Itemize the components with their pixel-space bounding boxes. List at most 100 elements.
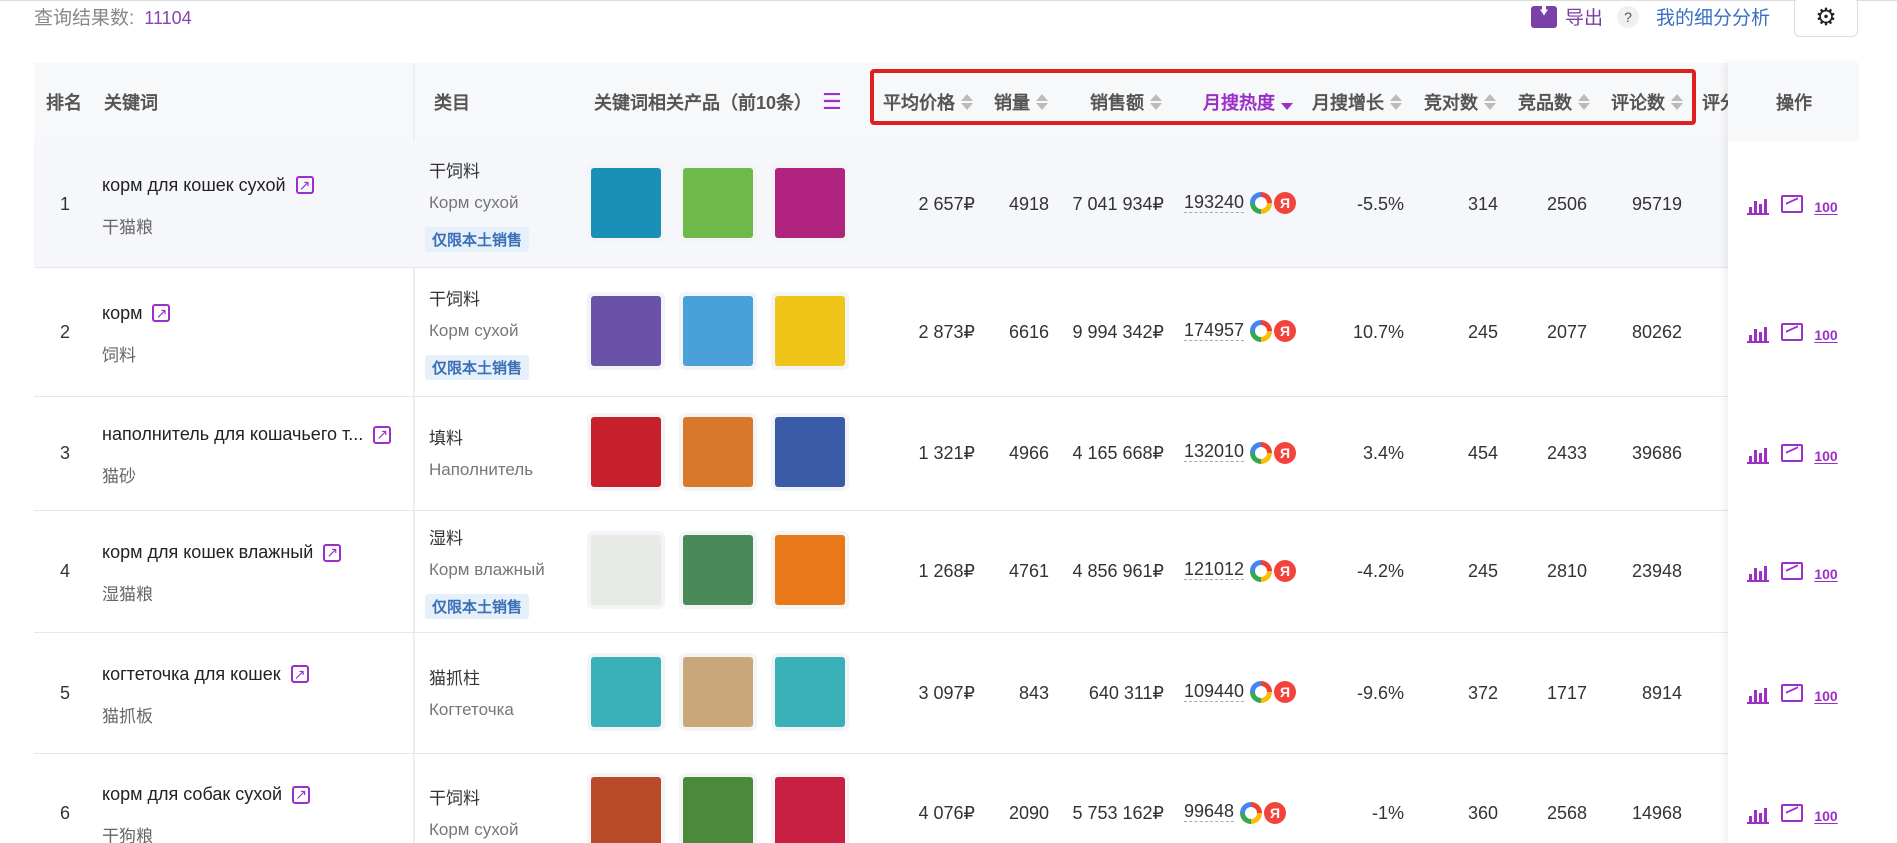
trend-image-icon[interactable]	[1781, 683, 1803, 702]
product-thumbnail[interactable]	[771, 291, 849, 370]
reviews: 23948	[1631, 561, 1682, 581]
keyword-link[interactable]: корм для кошек влажный ↗	[102, 542, 342, 563]
product-thumbnail[interactable]	[771, 531, 849, 609]
keyword-link[interactable]: когтеточка для кошек ↗	[102, 664, 309, 685]
top-100-icon[interactable]: 100	[1814, 323, 1837, 343]
external-link-icon[interactable]: ↗	[295, 176, 314, 194]
google-icon[interactable]	[1250, 320, 1273, 343]
category-ru: Когтеточка	[429, 699, 514, 719]
product-thumbnail[interactable]	[587, 531, 665, 609]
top-100-icon[interactable]: 100	[1814, 684, 1837, 704]
yandex-icon[interactable]: Я	[1274, 192, 1297, 215]
export-button[interactable]: 导出 ?	[1531, 3, 1640, 30]
product-thumbnail[interactable]	[679, 652, 757, 731]
trend-image-icon[interactable]	[1781, 194, 1803, 213]
keyword-table: 排名 关键词 类目 关键词相关产品（前10条） ☰ 平均价格 销量 销售额 月搜热…	[34, 63, 1859, 843]
keyword-link[interactable]: наполнитель для кошачьего т... ↗	[102, 424, 392, 445]
column-settings-icon[interactable]: ☰	[822, 89, 842, 115]
external-link-icon[interactable]: ↗	[290, 665, 309, 683]
competitors: 454	[1467, 443, 1498, 463]
yandex-icon[interactable]: Я	[1274, 320, 1297, 343]
keyword-translation: 猫抓板	[102, 706, 153, 726]
bar-chart-icon[interactable]	[1747, 562, 1769, 582]
top-100-icon[interactable]: 100	[1814, 444, 1837, 464]
revenue: 7 041 934₽	[1072, 193, 1164, 214]
header-products-label: 关键词相关产品（前10条）	[594, 93, 813, 113]
external-link-icon[interactable]: ↗	[152, 304, 171, 322]
sales: 2090	[1008, 803, 1049, 823]
actions-column: 操作 100 100 100 100 100 100	[1728, 63, 1859, 843]
trend-image-icon[interactable]	[1781, 804, 1803, 822]
local-sale-badge: 仅限本土销售	[425, 594, 530, 619]
product-thumbnail[interactable]	[771, 773, 849, 843]
table-row: 6 корм для собак сухой ↗ 干狗粮 干饲料 Корм сухой 4 …	[34, 754, 1859, 843]
product-thumbnail[interactable]	[587, 163, 665, 242]
help-icon[interactable]: ?	[1617, 5, 1640, 28]
keyword-link[interactable]: корм ↗	[102, 303, 171, 324]
google-icon[interactable]	[1250, 192, 1273, 215]
category-cn: 干饲料	[429, 789, 480, 808]
product-thumbnail[interactable]	[587, 291, 665, 370]
yandex-icon[interactable]: Я	[1274, 681, 1297, 704]
row-actions: 100	[1747, 562, 1838, 582]
revenue: 9 994 342₽	[1072, 321, 1164, 342]
competitors: 245	[1467, 561, 1498, 581]
settings-button[interactable]: ⚙	[1794, 0, 1858, 37]
row-actions: 100	[1747, 804, 1838, 824]
product-thumbnail[interactable]	[679, 773, 757, 843]
competitors: 245	[1467, 321, 1498, 342]
google-icon[interactable]	[1240, 801, 1263, 824]
keyword-link[interactable]: корм для кошек сухой ↗	[102, 175, 314, 196]
bar-chart-icon[interactable]	[1747, 323, 1769, 343]
bar-chart-icon[interactable]	[1747, 804, 1769, 824]
monthly-search-value[interactable]: 132010	[1184, 441, 1245, 462]
product-thumbnail[interactable]	[679, 291, 757, 370]
monthly-search-value[interactable]: 109440	[1184, 680, 1245, 702]
product-thumbnail[interactable]	[679, 413, 757, 491]
bar-chart-icon[interactable]	[1747, 195, 1769, 215]
yandex-icon[interactable]: Я	[1274, 441, 1297, 464]
google-icon[interactable]	[1250, 681, 1273, 704]
yandex-icon[interactable]: Я	[1264, 801, 1287, 824]
external-link-icon[interactable]: ↗	[292, 785, 311, 804]
avg-price: 2 657₽	[918, 193, 976, 214]
keyword-link[interactable]: корм для собак сухой ↗	[102, 784, 311, 805]
google-icon[interactable]	[1250, 441, 1273, 464]
monthly-growth: 3.4%	[1362, 443, 1404, 463]
header-keyword: 关键词	[104, 93, 158, 113]
gear-icon: ⚙	[1815, 3, 1837, 31]
monthly-growth: -1%	[1371, 803, 1404, 823]
trend-image-icon[interactable]	[1781, 444, 1803, 462]
product-thumbnail[interactable]	[771, 652, 849, 731]
product-thumbnail[interactable]	[587, 773, 665, 843]
top-100-icon[interactable]: 100	[1814, 195, 1837, 215]
bar-chart-icon[interactable]	[1747, 684, 1769, 704]
revenue: 4 856 961₽	[1072, 561, 1164, 581]
product-thumbnail[interactable]	[771, 163, 849, 242]
reviews: 39686	[1631, 443, 1682, 463]
product-thumbnail[interactable]	[679, 163, 757, 242]
top-100-icon[interactable]: 100	[1814, 804, 1837, 824]
my-analysis-link[interactable]: 我的细分分析	[1656, 3, 1770, 30]
bar-chart-icon[interactable]	[1747, 444, 1769, 464]
actions-header: 操作	[1728, 63, 1859, 141]
product-thumbnail[interactable]	[587, 652, 665, 731]
external-link-icon[interactable]: ↗	[323, 543, 342, 562]
monthly-search-value[interactable]: 193240	[1184, 191, 1245, 213]
yandex-icon[interactable]: Я	[1274, 559, 1297, 582]
reviews: 80262	[1631, 321, 1682, 342]
monthly-search-value[interactable]: 99648	[1184, 801, 1235, 822]
monthly-search-value[interactable]: 174957	[1184, 319, 1245, 341]
row-rank: 2	[60, 321, 71, 342]
product-thumbnail[interactable]	[587, 413, 665, 491]
top-100-icon[interactable]: 100	[1814, 562, 1837, 582]
row-actions: 100	[1747, 683, 1838, 704]
google-icon[interactable]	[1250, 559, 1273, 582]
trend-image-icon[interactable]	[1781, 562, 1803, 580]
external-link-icon[interactable]: ↗	[373, 425, 392, 444]
trend-image-icon[interactable]	[1781, 322, 1803, 341]
product-thumbnail[interactable]	[679, 531, 757, 609]
top-bar: 查询结果数: 11104 导出 ? 我的细分分析 ⚙	[34, 0, 1864, 41]
monthly-search-value[interactable]: 121012	[1184, 559, 1245, 580]
product-thumbnail[interactable]	[771, 413, 849, 491]
